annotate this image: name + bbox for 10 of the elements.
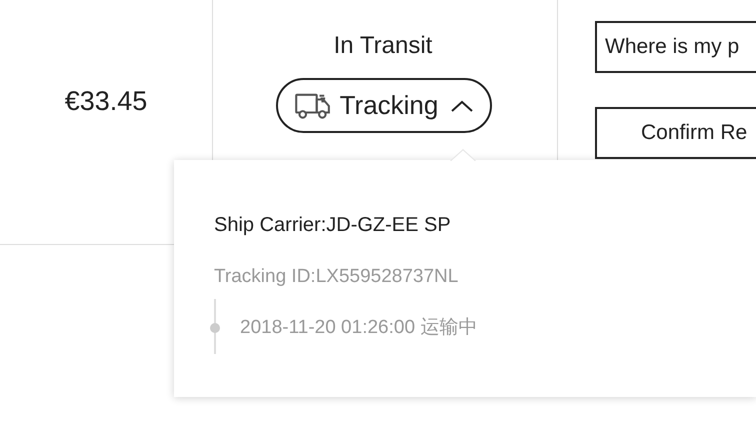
action-button[interactable]: Confirm Re (595, 107, 756, 159)
action-button[interactable]: Where is my p (595, 21, 756, 73)
tracking-button[interactable]: Tracking (276, 78, 492, 133)
status-text: In Transit (334, 31, 432, 61)
price-text: €33.45 (64, 86, 148, 117)
carrier-text: Ship Carrier:JD-GZ-EE SP (214, 213, 452, 238)
tracking-id-text: Tracking ID:LX559528737NL (214, 265, 460, 289)
truck-icon (294, 92, 332, 120)
caret-icon (450, 98, 474, 112)
event-text: 2018-11-20 01:26:00 运输中 (240, 316, 478, 340)
